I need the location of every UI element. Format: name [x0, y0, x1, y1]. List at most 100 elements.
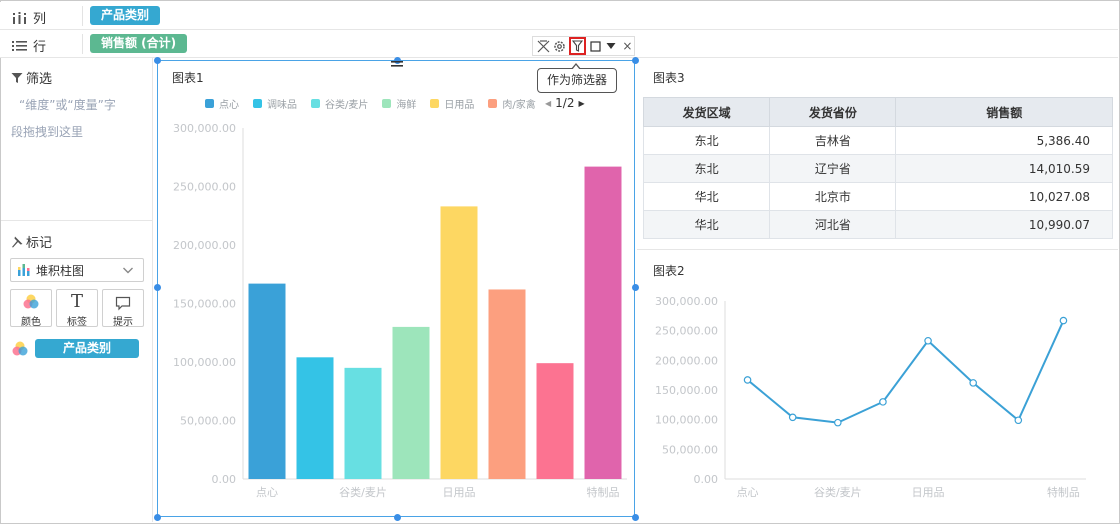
y-tick-label: 200,000.00: [655, 354, 718, 367]
marks-title-text: 标记: [26, 236, 53, 251]
rows-icon: [12, 40, 27, 51]
x-tick-label: 点心: [737, 486, 759, 499]
settings-icon[interactable]: [553, 39, 566, 53]
resize-handle[interactable]: [154, 514, 161, 521]
pin-icon: [12, 236, 23, 247]
legend-next-icon[interactable]: ▶: [578, 99, 584, 108]
columns-shelf[interactable]: 列 产品类别: [0, 2, 1118, 30]
dropdown-icon[interactable]: [605, 39, 618, 53]
color-field-pill[interactable]: 产品类别: [35, 339, 139, 358]
x-tick-label: 日用品: [912, 486, 945, 499]
bar: [248, 283, 286, 479]
legend-swatch: [205, 98, 214, 108]
data-point: [788, 413, 797, 422]
table-cell: 辽宁省: [769, 154, 897, 183]
resize-handle[interactable]: [632, 514, 639, 521]
legend-swatch: [488, 98, 498, 108]
rows-field-pill[interactable]: 销售额 (合计): [90, 34, 188, 53]
color-mark-button[interactable]: 颜色: [10, 289, 52, 328]
tooltip-button-label: 提示: [113, 317, 133, 328]
marks-section-title: 标记: [11, 232, 52, 251]
close-icon[interactable]: ×: [621, 39, 634, 53]
color-button-label: 颜色: [21, 317, 41, 328]
filter-tooltip: 作为筛选器: [537, 63, 617, 93]
y-tick-label: 300,000.00: [173, 122, 236, 135]
bar: [584, 166, 622, 480]
table-header-row: 发货区域 发货省份 销售额: [642, 97, 1113, 127]
legend-item[interactable]: 日用品: [430, 96, 474, 111]
shelf-separator: [82, 34, 83, 54]
legend-item[interactable]: 点心: [205, 96, 239, 111]
tooltip-mark-button[interactable]: 提示: [102, 289, 144, 328]
label-mark-button[interactable]: T 标签: [56, 289, 98, 328]
legend-label: 肉/家禽: [502, 99, 536, 111]
filter-hint-line2: 段拖拽到这里: [11, 125, 84, 139]
filter-hint-line1: “维度”或“度量”字: [19, 98, 116, 112]
legend-item[interactable]: 海鲜: [382, 96, 416, 111]
legend-swatch: [382, 98, 392, 108]
y-tick-label: 150,000.00: [655, 384, 718, 397]
color-icon: [23, 294, 39, 309]
table-cell: 北京市: [769, 182, 897, 211]
table-row[interactable]: 华北 北京市 10,027.08: [642, 182, 1113, 211]
panel-divider: [637, 249, 1118, 250]
legend-swatch: [430, 98, 440, 108]
filter-drop-zone[interactable]: “维度”或“度量”字 段拖拽到这里: [11, 92, 145, 146]
legend-item[interactable]: 调味品: [253, 96, 297, 111]
data-point: [924, 336, 932, 345]
data-point: [1014, 416, 1023, 425]
chart1-title: 图表1: [172, 71, 204, 85]
legend-swatch: [311, 98, 320, 108]
table-cell: 5,386.40: [895, 126, 1113, 155]
chart-type-select[interactable]: 堆积柱图: [10, 258, 144, 282]
x-tick-label: 点心: [256, 486, 278, 499]
stacked-bar-chart-icon: [18, 264, 30, 276]
table-header-cell[interactable]: 发货区域: [642, 97, 771, 127]
resize-handle[interactable]: [394, 514, 401, 521]
table-cell: 东北: [642, 154, 771, 183]
filter-icon[interactable]: [569, 37, 586, 55]
x-tick-label: 特制品: [587, 485, 620, 499]
columns-field-pill[interactable]: 产品类别: [90, 6, 161, 25]
legend-swatch: [253, 98, 262, 108]
y-tick-label: 50,000.00: [180, 415, 236, 428]
legend-item[interactable]: 谷类/麦片: [311, 96, 368, 111]
resize-handle[interactable]: [632, 57, 639, 64]
text-icon: T: [70, 291, 83, 312]
clear-filter-icon[interactable]: [537, 39, 550, 53]
maximize-icon[interactable]: [589, 39, 602, 53]
y-tick-label: 150,000.00: [173, 298, 236, 311]
drag-handle-icon[interactable]: [390, 60, 404, 68]
table-row[interactable]: 华北 河北省 10,990.07: [642, 210, 1113, 239]
table-row[interactable]: 东北 辽宁省 14,010.59: [642, 154, 1113, 183]
table-header-cell[interactable]: 发货省份: [769, 97, 897, 127]
table-cell: 吉林省: [769, 126, 897, 155]
y-tick-label: 0.00: [694, 473, 719, 486]
legend-label: 点心: [219, 99, 239, 111]
bar: [344, 367, 382, 479]
y-tick-label: 100,000.00: [173, 356, 236, 369]
legend-label: 海鲜: [396, 99, 417, 111]
bar: [440, 206, 478, 479]
table-cell: 华北: [642, 210, 771, 239]
resize-handle[interactable]: [154, 57, 161, 64]
series-line: [746, 320, 1065, 424]
bar: [536, 363, 574, 479]
y-tick-label: 0.00: [212, 473, 237, 486]
table-cell: 河北省: [769, 210, 897, 239]
table-header-cell[interactable]: 销售额: [895, 97, 1113, 127]
legend-prev-icon[interactable]: ◀: [545, 99, 551, 108]
data-point: [834, 418, 842, 427]
data-point: [969, 379, 977, 387]
table-row[interactable]: 东北 吉林省 5,386.40: [642, 126, 1113, 155]
y-tick-label: 50,000.00: [662, 443, 718, 456]
table-cell: 10,027.08: [895, 182, 1113, 211]
x-tick-label: 特制品: [1047, 485, 1080, 499]
rows-shelf-label: 行: [12, 36, 46, 55]
tooltip-icon: [115, 296, 131, 311]
columns-label-text: 列: [33, 12, 47, 27]
left-panel: 筛选 “维度”或“度量”字 段拖拽到这里 标记 堆积柱图 颜色 T 标签 提示 …: [1, 58, 153, 522]
filter-title-text: 筛选: [26, 72, 53, 87]
legend-item[interactable]: 肉/家禽: [488, 96, 536, 111]
y-tick-label: 200,000.00: [173, 239, 236, 252]
